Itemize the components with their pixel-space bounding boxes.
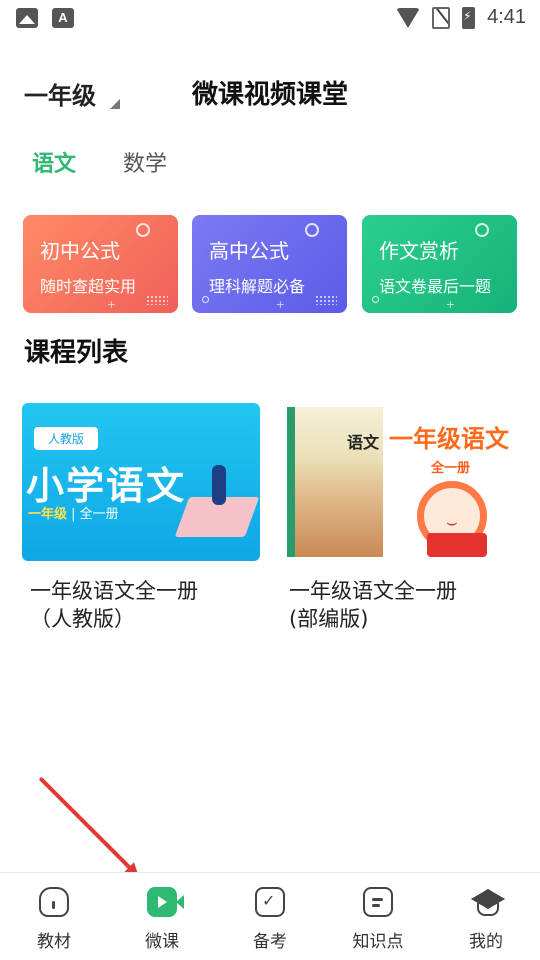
decor-plus-icon: +: [275, 298, 285, 311]
section-title: 课程列表: [24, 338, 129, 368]
nav-item-knowledge[interactable]: 知识点: [338, 887, 418, 952]
decor-circle-icon: [372, 296, 379, 303]
cover-heading: 一年级语文: [389, 425, 509, 453]
course-cover: 人教版 小学语文 一年级 | 全一册: [22, 403, 260, 561]
nav-item-textbook[interactable]: 教材: [14, 887, 94, 952]
textbook-icon: [39, 887, 69, 917]
middle-school-formula-card[interactable]: 初中公式 随时查超实用 +: [23, 215, 178, 313]
edition-tag: 人教版: [34, 427, 99, 450]
nav-label: 备考: [253, 932, 287, 952]
wifi-icon: [396, 7, 421, 28]
course-title: 一年级语文全一册 （人教版）: [30, 579, 198, 631]
tab-math[interactable]: 数学: [123, 146, 167, 178]
image-icon: [16, 8, 38, 28]
decor-ring-icon: [475, 223, 489, 237]
book-title: 语文: [347, 433, 380, 452]
decor-circle-icon: [202, 296, 209, 303]
essay-appreciation-card[interactable]: 作文赏析 语文卷最后一题 +: [362, 215, 517, 313]
status-bar: A 4:41: [0, 0, 540, 36]
student-figure-illustration: [212, 465, 226, 505]
card-title: 初中公式: [40, 239, 120, 263]
battery-charging-icon: [462, 6, 476, 29]
nav-label: 我的: [469, 932, 503, 952]
tab-chinese[interactable]: 语文: [32, 146, 76, 178]
high-school-formula-card[interactable]: 高中公式 理科解题必备 +: [192, 215, 347, 313]
cover-divider: |: [71, 507, 80, 522]
nav-label: 教材: [37, 932, 71, 952]
no-sim-icon: [432, 6, 451, 29]
cover-grade: 一年级: [28, 507, 68, 522]
cover-volume: 全一册: [79, 507, 119, 522]
cover-subheading: 一年级 | 全一册: [28, 503, 119, 522]
exam-check-icon: [255, 887, 285, 917]
cover-volume: 全一册: [431, 461, 471, 476]
card-subtitle: 语文卷最后一题: [379, 277, 492, 296]
card-subtitle: 随时查超实用: [40, 277, 137, 296]
card-title: 高中公式: [209, 239, 289, 263]
nav-item-exam-prep[interactable]: 备考: [230, 887, 310, 952]
red-book-illustration: [427, 533, 487, 557]
status-time: 4:41: [487, 6, 526, 28]
card-title: 作文赏析: [379, 239, 459, 263]
text-a-icon: A: [52, 8, 74, 28]
page-title: 微课视频课堂: [191, 80, 348, 110]
decor-ring-icon: [305, 223, 319, 237]
nav-item-microlesson[interactable]: 微课: [122, 887, 202, 952]
course-cover: 语文 一年级语文 全一册: [285, 403, 523, 561]
decor-dots-icon: [146, 295, 168, 305]
video-icon: [147, 887, 184, 917]
nav-label: 知识点: [352, 932, 404, 952]
card-subtitle: 理科解题必备: [209, 277, 306, 296]
course-title: 一年级语文全一册 (部编版): [289, 579, 457, 631]
decor-ring-icon: [136, 223, 150, 237]
decor-dots-icon: [315, 295, 337, 305]
nav-label: 微课: [145, 932, 179, 952]
decor-plus-icon: +: [106, 298, 116, 311]
bottom-nav: 教材 微课 备考 知识点 我的: [0, 872, 540, 960]
course-card-renjiao[interactable]: 人教版 小学语文 一年级 | 全一册 一年级语文全一册 （人教版）: [22, 403, 260, 631]
decor-plus-icon: +: [445, 298, 455, 311]
course-card-bubian[interactable]: 语文 一年级语文 全一册 一年级语文全一册 (部编版): [285, 403, 523, 631]
nav-item-profile[interactable]: 我的: [446, 887, 526, 952]
textbook-cover-image: 语文: [287, 407, 383, 557]
knowledge-icon: [363, 887, 393, 917]
cover-heading: 小学语文: [26, 464, 187, 508]
profile-cap-icon: [471, 887, 501, 917]
